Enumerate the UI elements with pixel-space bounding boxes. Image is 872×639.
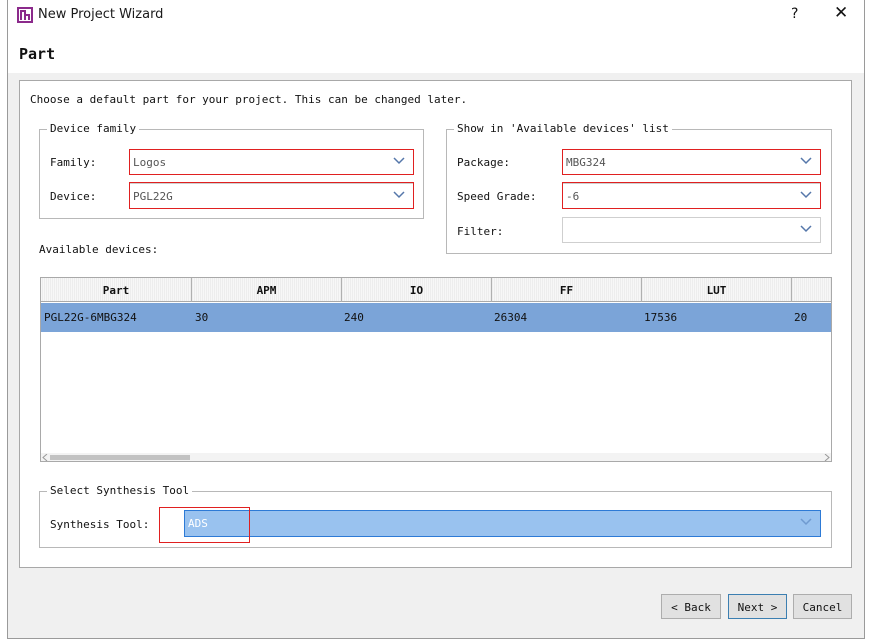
available-devices-label: Available devices: (39, 243, 159, 256)
help-button[interactable]: ? (791, 6, 798, 22)
column-header-apm[interactable]: APM (192, 278, 342, 302)
cell-ff: 26304 (494, 311, 528, 324)
scrollbar-thumb[interactable] (50, 455, 190, 460)
back-button[interactable]: < Back (661, 594, 721, 619)
synthesis-tool-label: Synthesis Tool: (50, 518, 150, 531)
close-button[interactable]: ✕ (834, 3, 848, 23)
app-logo-icon (17, 7, 33, 23)
device-family-legend: Device family (47, 122, 140, 135)
speed-grade-label: Speed Grade: (457, 190, 537, 203)
cancel-button[interactable]: Cancel (793, 594, 852, 619)
device-highlight-box (129, 182, 414, 209)
page-title: Part (19, 45, 56, 63)
column-header-more[interactable] (792, 278, 831, 302)
page-header: Part (8, 31, 864, 73)
table-row[interactable]: PGL22G-6MBG324 30 240 26304 17536 20 (41, 303, 831, 332)
column-header-io[interactable]: IO (342, 278, 492, 302)
package-label: Package: (457, 156, 510, 169)
package-highlight-box (562, 149, 821, 175)
window-title: New Project Wizard (38, 7, 164, 22)
family-label: Family: (50, 156, 97, 169)
device-label: Device: (50, 190, 97, 203)
family-highlight-box (129, 149, 414, 175)
cell-io: 240 (344, 311, 364, 324)
table-header: Part APM IO FF LUT (41, 278, 831, 302)
cell-lut: 17536 (644, 311, 678, 324)
filter-label: Filter: (457, 225, 504, 238)
instruction-text: Choose a default part for your project. … (30, 93, 468, 106)
filter-dropdown[interactable] (562, 217, 821, 243)
horizontal-scrollbar[interactable] (41, 453, 831, 461)
scroll-left-icon[interactable] (42, 454, 48, 461)
cell-apm: 30 (195, 311, 209, 324)
title-bar: New Project Wizard ? ✕ (8, 0, 864, 31)
available-devices-table: Part APM IO FF LUT PGL22G-6MBG324 30 240… (40, 277, 832, 462)
synthesis-highlight-box (159, 507, 250, 543)
cell-part: PGL22G-6MBG324 (44, 311, 137, 324)
column-header-part[interactable]: Part (41, 278, 192, 302)
cell-more: 20 (794, 311, 808, 324)
speed-grade-highlight-box (562, 182, 821, 209)
chevron-down-icon (800, 518, 812, 526)
synthesis-legend: Select Synthesis Tool (47, 484, 193, 497)
column-header-ff[interactable]: FF (492, 278, 642, 302)
chevron-down-icon (800, 225, 812, 233)
next-button[interactable]: Next > (728, 594, 787, 619)
synthesis-tool-dropdown[interactable]: ADS (184, 510, 821, 537)
column-header-lut[interactable]: LUT (642, 278, 792, 302)
scroll-right-icon[interactable] (824, 454, 830, 461)
available-filter-legend: Show in 'Available devices' list (454, 122, 672, 135)
